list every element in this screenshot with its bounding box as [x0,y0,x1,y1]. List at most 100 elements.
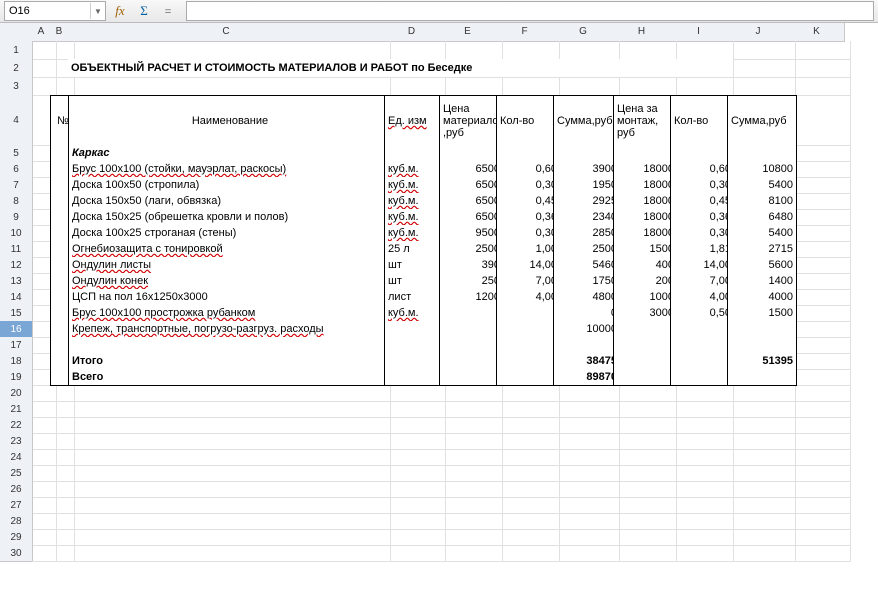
cell[interactable]: 51395 [727,353,797,370]
cell[interactable] [670,337,735,354]
cell[interactable]: 250 [439,273,504,290]
cell[interactable] [670,529,734,546]
cell[interactable] [670,417,734,434]
cell[interactable] [68,41,391,60]
cell[interactable] [496,41,560,60]
cell[interactable] [496,497,560,514]
cell[interactable]: Доска 150x50 (лаги, обвязка) [68,193,392,210]
cell[interactable]: Каркас [68,145,392,162]
cell[interactable]: Кол-во [496,95,561,147]
cell[interactable] [384,369,447,386]
row-header-6[interactable]: 6 [0,161,33,178]
cell[interactable] [789,497,851,514]
cell[interactable] [789,273,851,290]
cell[interactable] [439,305,504,322]
cell[interactable] [496,545,560,562]
cell[interactable]: Итого [68,353,392,370]
row-header-29[interactable]: 29 [0,529,33,546]
cell[interactable]: 5400 [727,177,797,194]
cell[interactable] [439,145,504,162]
formula-input[interactable] [186,1,874,21]
cell[interactable] [553,497,620,514]
cell[interactable] [670,385,734,402]
cell[interactable] [496,321,561,338]
cell[interactable] [439,353,504,370]
cell[interactable]: 14,00 [496,257,561,274]
cell[interactable]: 18000 [613,209,678,226]
cell[interactable] [789,353,851,370]
cell[interactable] [439,41,503,60]
cell[interactable]: 0,36 [670,209,735,226]
cell[interactable] [496,513,560,530]
cell[interactable] [553,337,621,354]
cell[interactable] [789,513,851,530]
cell[interactable] [670,449,734,466]
col-header-K[interactable]: K [789,23,845,42]
cell[interactable] [496,417,560,434]
row-header-27[interactable]: 27 [0,497,33,514]
cell[interactable] [439,497,503,514]
cell[interactable] [384,529,446,546]
cell[interactable]: 4000 [727,289,797,306]
cell[interactable] [439,369,504,386]
cell[interactable] [384,353,447,370]
cell[interactable] [68,449,391,466]
cell[interactable] [613,145,678,162]
cell[interactable] [727,465,796,482]
cell[interactable]: Доска 150x25 (обрешетка кровли и полов) [68,209,392,226]
cell[interactable]: 0,45 [496,193,561,210]
cell[interactable] [727,449,796,466]
cell[interactable] [789,337,851,354]
cell[interactable] [789,545,851,562]
cell[interactable] [553,433,620,450]
cell[interactable]: 6500 [439,209,504,226]
cell[interactable]: Ондулин конек [68,273,392,290]
cell[interactable] [384,417,446,434]
cell[interactable] [68,385,391,402]
cell[interactable] [789,369,851,386]
col-header-I[interactable]: I [670,23,728,42]
cell[interactable] [439,385,503,402]
cell[interactable] [670,497,734,514]
cell[interactable] [613,385,677,402]
cell[interactable] [727,41,796,60]
cell[interactable] [789,305,851,322]
cell[interactable] [727,481,796,498]
cell[interactable] [496,305,561,322]
cell[interactable] [789,41,851,60]
cell[interactable] [727,497,796,514]
cell[interactable]: 18000 [613,177,678,194]
row-header-4[interactable]: 4 [0,95,33,146]
cell[interactable] [789,433,851,450]
cell[interactable]: Кол-во [670,95,735,147]
cell[interactable] [789,193,851,210]
cell[interactable] [439,545,503,562]
cell[interactable] [496,529,560,546]
row-header-22[interactable]: 22 [0,417,33,434]
row-header-9[interactable]: 9 [0,209,33,226]
cell[interactable]: 9500 [439,225,504,242]
cell[interactable] [439,433,503,450]
cell[interactable] [496,481,560,498]
cell[interactable] [789,481,851,498]
cell[interactable] [613,41,677,60]
cell[interactable] [384,545,446,562]
cell[interactable] [670,545,734,562]
cell[interactable]: 1500 [613,241,678,258]
row-header-16[interactable]: 16 [0,321,33,338]
cell[interactable]: Доска 100x50 (стропила) [68,177,392,194]
cell[interactable] [68,513,391,530]
cell[interactable] [613,497,677,514]
cell[interactable]: 1,00 [496,241,561,258]
cell[interactable]: 1200 [439,289,504,306]
row-header-12[interactable]: 12 [0,257,33,274]
cell[interactable] [613,433,677,450]
cell[interactable] [613,449,677,466]
cell[interactable] [496,433,560,450]
cell[interactable] [789,59,851,78]
cell[interactable]: 38475 [553,353,621,370]
cell[interactable] [553,41,620,60]
cell[interactable]: 1750 [553,273,621,290]
cell[interactable] [670,353,735,370]
cell[interactable]: 0,60 [496,161,561,178]
